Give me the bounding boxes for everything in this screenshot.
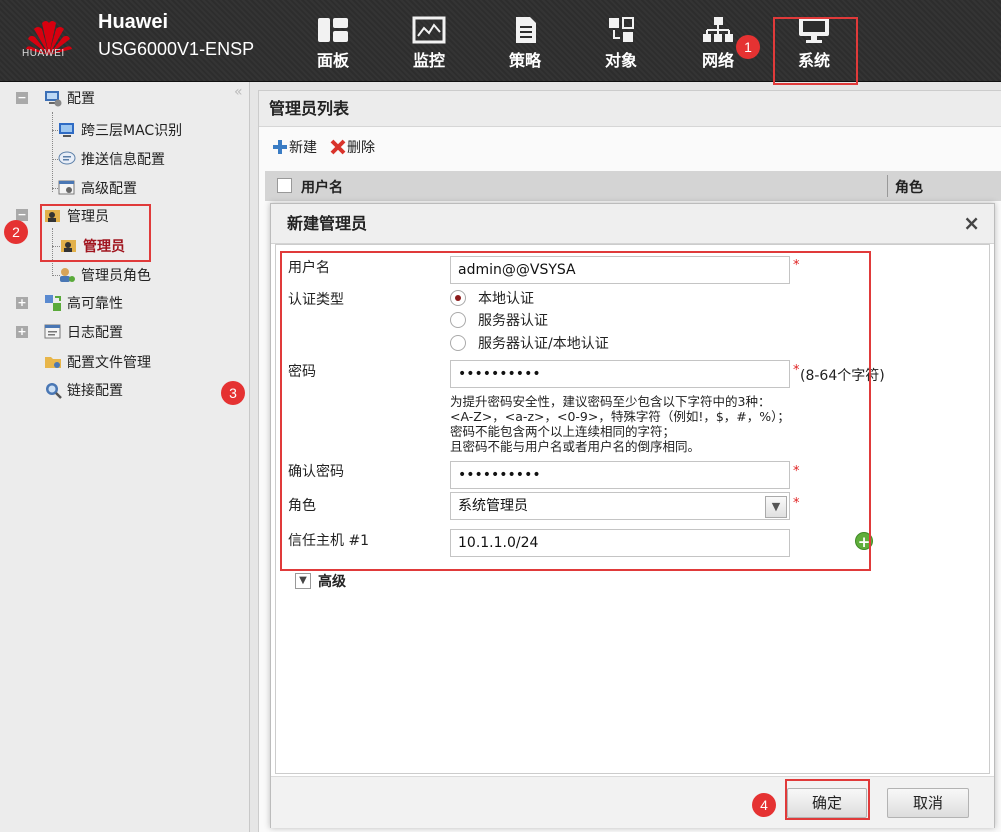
nav-dashboard-label: 面板 [316, 51, 349, 70]
select-all-checkbox[interactable] [277, 178, 292, 193]
monitor-chart-icon [412, 16, 446, 44]
admin-role-icon [60, 268, 75, 282]
column-header-username: 用户名 [301, 180, 343, 196]
panel-title: 管理员列表 [259, 91, 1001, 127]
message-bubble-icon [58, 151, 76, 165]
expand-log-icon[interactable]: + [16, 326, 28, 338]
expand-ha-icon[interactable]: + [16, 297, 28, 309]
sidebar-item-label: 日志配置 [67, 325, 123, 341]
nav-object-label: 对象 [604, 51, 637, 70]
admin-table-header: 用户名 角色 [265, 171, 1001, 201]
collapse-config-icon[interactable]: − [16, 92, 28, 104]
sidebar-item-label: 配置文件管理 [67, 355, 151, 371]
step-badge-3: 3 [221, 381, 245, 405]
new-button[interactable]: 新建 [271, 137, 317, 157]
advanced-section-toggle[interactable]: 高级 [318, 571, 346, 591]
new-button-label: 新建 [289, 140, 317, 156]
sidebar-item-log-config[interactable]: 日志配置 [44, 321, 123, 343]
sidebar-item-label: 高可靠性 [67, 296, 123, 312]
nav-object[interactable]: 对象 [589, 14, 653, 74]
dialog-footer: 确定 取消 [271, 776, 994, 828]
highlight-admin-menu [40, 204, 151, 262]
panel-toolbar: 新建 删除 [271, 137, 375, 157]
highlight-ok-button [785, 779, 870, 820]
policy-document-icon [516, 17, 536, 43]
nav-monitor[interactable]: 监控 [397, 14, 461, 74]
sidebar-item-high-availability[interactable]: 高可靠性 [44, 292, 123, 314]
brand-name: Huawei [98, 11, 169, 33]
link-search-icon [46, 383, 62, 399]
close-icon[interactable]: × [963, 212, 980, 234]
sidebar-item-push-info[interactable]: 推送信息配置 [58, 148, 165, 170]
step-badge-1: 1 [736, 35, 760, 59]
sidebar-item-label: 链接配置 [67, 383, 123, 399]
sidebar-item-config-file-mgmt[interactable]: 配置文件管理 [44, 351, 151, 373]
new-admin-dialog: 新建管理员 × 用户名 admin@@VSYSA * 认证类型 本地认证 服务器… [270, 203, 995, 828]
sidebar-item-admin-role[interactable]: 管理员角色 [58, 264, 151, 286]
collapse-sidebar-icon[interactable]: « [234, 84, 243, 100]
sidebar-item-label: 推送信息配置 [81, 152, 165, 168]
delete-button-label: 删除 [347, 140, 375, 156]
step-badge-2: 2 [4, 220, 28, 244]
delete-button[interactable]: 删除 [329, 137, 375, 157]
sidebar-item-label: 高级配置 [81, 181, 137, 197]
sidebar-item-config[interactable]: 配置 [44, 87, 95, 109]
dashboard-icon [318, 18, 348, 42]
sidebar-item-label: 管理员角色 [81, 268, 151, 284]
column-header-role: 角色 [895, 180, 923, 196]
column-divider [887, 175, 888, 197]
logo-text: HUAWEI [22, 48, 65, 59]
step-badge-4: 4 [752, 793, 776, 817]
highlight-form-fields [280, 251, 871, 571]
folder-icon [45, 357, 61, 368]
nav-dashboard[interactable]: 面板 [301, 14, 365, 74]
sidebar-item-advanced-config[interactable]: 高级配置 [58, 177, 137, 199]
advanced-config-icon [58, 180, 75, 195]
product-name: Huawei USG6000V1-ENSP [98, 10, 254, 62]
cancel-button[interactable]: 取消 [887, 788, 969, 818]
high-availability-icon [45, 295, 61, 311]
dialog-body: 用户名 admin@@VSYSA * 认证类型 本地认证 服务器认证 服务器认证… [275, 244, 990, 774]
expand-advanced-icon[interactable]: ▼ [295, 573, 311, 589]
sidebar-item-label: 配置 [67, 91, 95, 107]
nav-policy-label: 策略 [508, 51, 541, 70]
dialog-title: 新建管理员 [271, 204, 994, 244]
mac-identify-icon [59, 123, 74, 137]
tree-connector [52, 112, 53, 192]
log-config-icon [44, 324, 61, 339]
object-icon [609, 17, 634, 42]
sidebar-item-cross-layer-mac[interactable]: 跨三层MAC识别 [58, 119, 182, 141]
sidebar-item-link-config[interactable]: 链接配置 [44, 379, 123, 401]
delete-x-icon [330, 139, 346, 155]
config-computer-icon [45, 91, 62, 107]
device-model: USG6000V1-ENSP [98, 39, 255, 59]
network-topology-icon [703, 17, 733, 42]
nav-policy[interactable]: 策略 [493, 14, 557, 74]
plus-icon [273, 140, 287, 154]
nav-monitor-label: 监控 [412, 51, 445, 70]
sidebar-item-label: 跨三层MAC识别 [81, 123, 183, 139]
highlight-system-nav [773, 17, 858, 85]
